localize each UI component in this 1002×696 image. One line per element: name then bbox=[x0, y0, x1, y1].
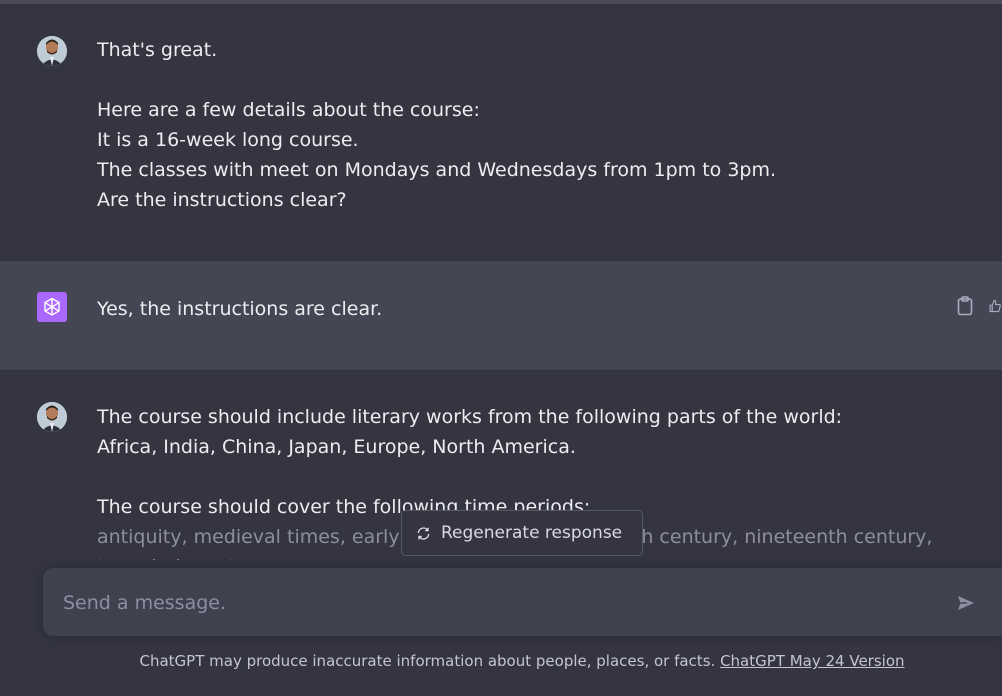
refresh-icon bbox=[416, 526, 431, 541]
message-line: That's great. bbox=[97, 39, 218, 61]
send-icon bbox=[958, 596, 974, 610]
clipboard-icon[interactable] bbox=[954, 295, 976, 317]
message-line: Yes, the instructions are clear. bbox=[97, 298, 383, 320]
thumbs-up-icon[interactable] bbox=[988, 295, 1002, 317]
assistant-message: Yes, the instructions are clear. bbox=[0, 260, 1002, 371]
message-input-box bbox=[43, 568, 1002, 636]
message-input[interactable] bbox=[63, 588, 923, 618]
chat-page: That's great. Here are a few details abo… bbox=[0, 0, 1002, 696]
user-avatar-photo bbox=[37, 36, 67, 66]
message-line bbox=[97, 462, 932, 492]
message-line: The course should include literary works… bbox=[97, 406, 843, 428]
message-line: It is a 16-week long course. bbox=[97, 129, 359, 151]
message-line: Are the instructions clear? bbox=[97, 189, 347, 211]
message-line bbox=[97, 65, 776, 95]
regenerate-label: Regenerate response bbox=[441, 523, 623, 543]
disclaimer-text: ChatGPT may produce inaccurate informati… bbox=[139, 652, 716, 670]
user-avatar bbox=[37, 36, 67, 66]
send-button[interactable] bbox=[953, 590, 979, 616]
message-line: The classes with meet on Mondays and Wed… bbox=[97, 159, 777, 181]
message-line: Africa, India, China, Japan, Europe, Nor… bbox=[97, 436, 576, 458]
disclaimer-footer: ChatGPT may produce inaccurate informati… bbox=[0, 652, 1002, 670]
openai-logo-icon bbox=[37, 292, 67, 322]
regenerate-response-button[interactable]: Regenerate response bbox=[401, 510, 643, 556]
message-actions bbox=[954, 295, 1002, 317]
user-avatar-photo bbox=[37, 402, 67, 432]
message-line: Here are a few details about the course: bbox=[97, 99, 480, 121]
user-avatar bbox=[37, 402, 67, 432]
user-message: That's great. Here are a few details abo… bbox=[0, 4, 1002, 260]
message-text: Yes, the instructions are clear. bbox=[97, 294, 382, 324]
version-link[interactable]: ChatGPT May 24 Version bbox=[720, 652, 904, 670]
message-text: That's great. Here are a few details abo… bbox=[97, 35, 776, 215]
